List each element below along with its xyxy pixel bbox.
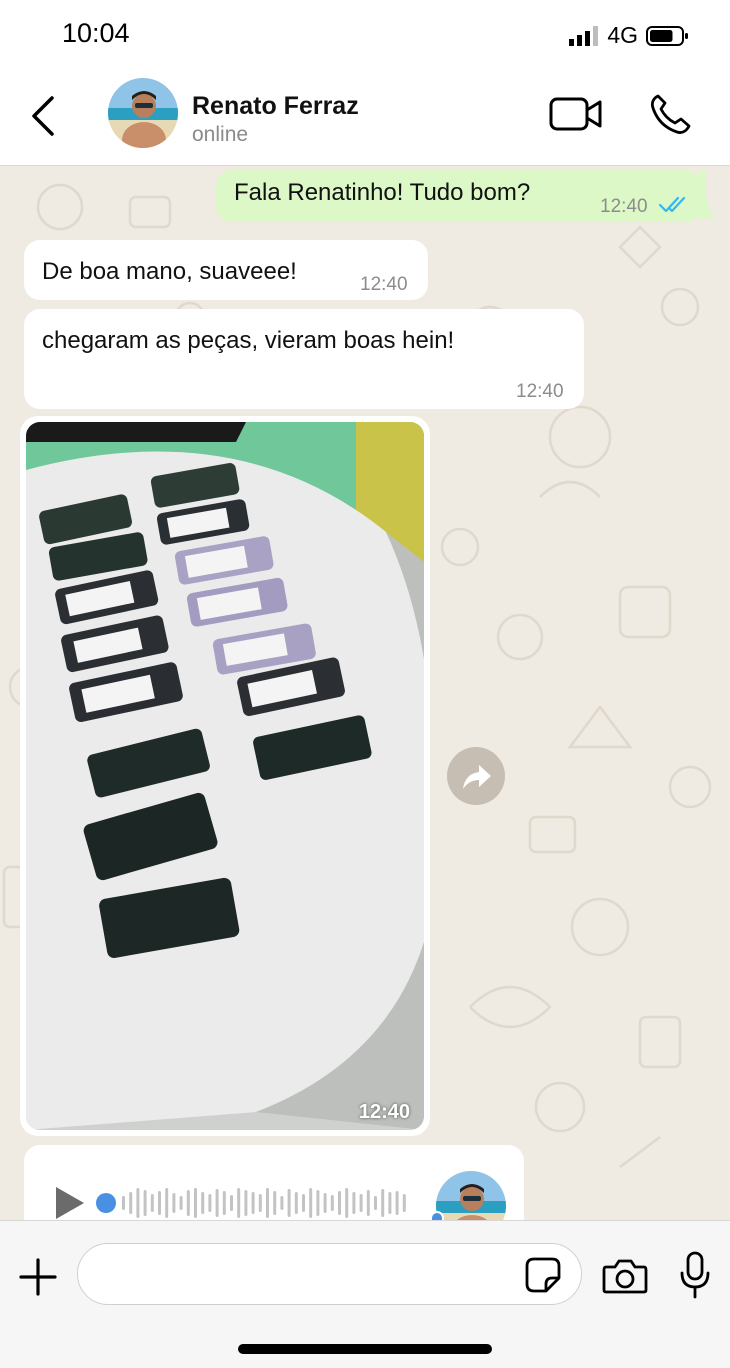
cellular-signal-icon xyxy=(569,25,599,46)
waveform-bar xyxy=(280,1196,284,1210)
waveform-bar xyxy=(395,1191,399,1215)
status-bar: 10:04 4G xyxy=(0,0,730,70)
message-bubble-incoming[interactable]: chegaram as peças, vieram boas hein! 12:… xyxy=(24,309,584,409)
waveform-bar xyxy=(251,1192,255,1214)
waveform-bar xyxy=(330,1195,334,1211)
message-bubble-outgoing[interactable]: Fala Renatinho! Tudo bom? 12:40 xyxy=(216,170,702,222)
message-time: 12:40 xyxy=(358,1101,410,1123)
play-icon[interactable] xyxy=(52,1185,88,1220)
message-text: De boa mano, suaveee! xyxy=(42,258,297,285)
waveform-bar xyxy=(374,1196,377,1210)
double-check-read-icon xyxy=(658,196,686,213)
avatar xyxy=(436,1171,506,1220)
photo-phones-on-table[interactable]: 12:40 xyxy=(26,422,424,1130)
waveform-bar xyxy=(122,1196,125,1210)
waveform-bar xyxy=(158,1191,161,1215)
avatar[interactable] xyxy=(108,78,178,148)
microphone-badge-icon xyxy=(430,1211,444,1220)
waveform-bar xyxy=(244,1190,248,1216)
network-type: 4G xyxy=(607,22,638,48)
message-text: Fala Renatinho! Tudo bom? xyxy=(234,179,531,206)
waveform-bar xyxy=(172,1193,176,1213)
waveform-bar xyxy=(194,1188,197,1218)
waveform-bar xyxy=(345,1188,349,1218)
waveform-bar xyxy=(287,1189,291,1217)
waveform-bar xyxy=(186,1190,190,1216)
waveform-bar xyxy=(302,1194,305,1212)
bubble-tail xyxy=(700,170,718,222)
status-time: 10:04 xyxy=(62,18,130,48)
waveform-bar xyxy=(230,1195,233,1211)
audio-message[interactable] xyxy=(24,1145,524,1220)
waveform-bar xyxy=(266,1188,269,1218)
audio-waveform[interactable] xyxy=(96,1183,416,1220)
chevron-left-icon[interactable] xyxy=(24,92,64,140)
waveform-bar xyxy=(366,1190,370,1216)
battery-icon xyxy=(646,25,688,46)
message-time: 12:40 xyxy=(516,381,564,402)
waveform-bar xyxy=(136,1188,140,1218)
microphone-icon[interactable] xyxy=(680,1251,710,1299)
waveform-bar xyxy=(258,1194,262,1212)
waveform-bar xyxy=(359,1194,363,1212)
waveform-bar xyxy=(179,1196,183,1210)
message-text: chegaram as peças, vieram boas hein! xyxy=(42,327,455,354)
phone-icon[interactable] xyxy=(648,92,692,136)
waveform-bar xyxy=(201,1192,205,1214)
waveform-bar xyxy=(215,1189,219,1217)
waveform-bar xyxy=(208,1194,212,1212)
contact-name[interactable]: Renato Ferraz xyxy=(192,92,359,121)
input-bar xyxy=(0,1220,730,1368)
video-camera-icon[interactable] xyxy=(548,94,604,134)
waveform-bar xyxy=(338,1191,341,1215)
waveform-bar xyxy=(352,1192,356,1214)
message-time: 12:40 xyxy=(360,274,408,295)
waveform-bar xyxy=(150,1194,154,1212)
image-message[interactable]: 12:40 xyxy=(20,416,430,1136)
plus-icon[interactable] xyxy=(18,1257,58,1297)
message-bubble-incoming[interactable]: De boa mano, suaveee! 12:40 xyxy=(24,240,428,300)
home-indicator xyxy=(238,1344,492,1354)
message-time: 12:40 xyxy=(600,196,648,217)
sticker-icon[interactable] xyxy=(524,1256,562,1294)
waveform-bar xyxy=(222,1191,226,1215)
waveform-bar xyxy=(388,1192,392,1214)
waveform-bar xyxy=(316,1190,320,1216)
message-input[interactable] xyxy=(77,1243,582,1305)
waveform-bar xyxy=(237,1188,241,1218)
presence-status: online xyxy=(192,123,249,146)
camera-icon[interactable] xyxy=(602,1258,648,1294)
chat-header: Renato Ferraz online xyxy=(0,70,730,166)
waveform-bar xyxy=(294,1192,298,1214)
forward-share-icon[interactable] xyxy=(447,747,505,805)
waveform-bar xyxy=(165,1188,169,1218)
waveform-bar xyxy=(143,1190,147,1216)
waveform-bar xyxy=(402,1194,406,1212)
waveform-bar xyxy=(309,1188,313,1218)
chat-area[interactable]: Fala Renatinho! Tudo bom? 12:40 De boa m… xyxy=(0,167,730,1220)
waveform-bar xyxy=(273,1191,277,1215)
waveform-bar xyxy=(323,1193,327,1213)
waveform-bar xyxy=(381,1189,385,1217)
waveform-bar xyxy=(129,1192,133,1214)
